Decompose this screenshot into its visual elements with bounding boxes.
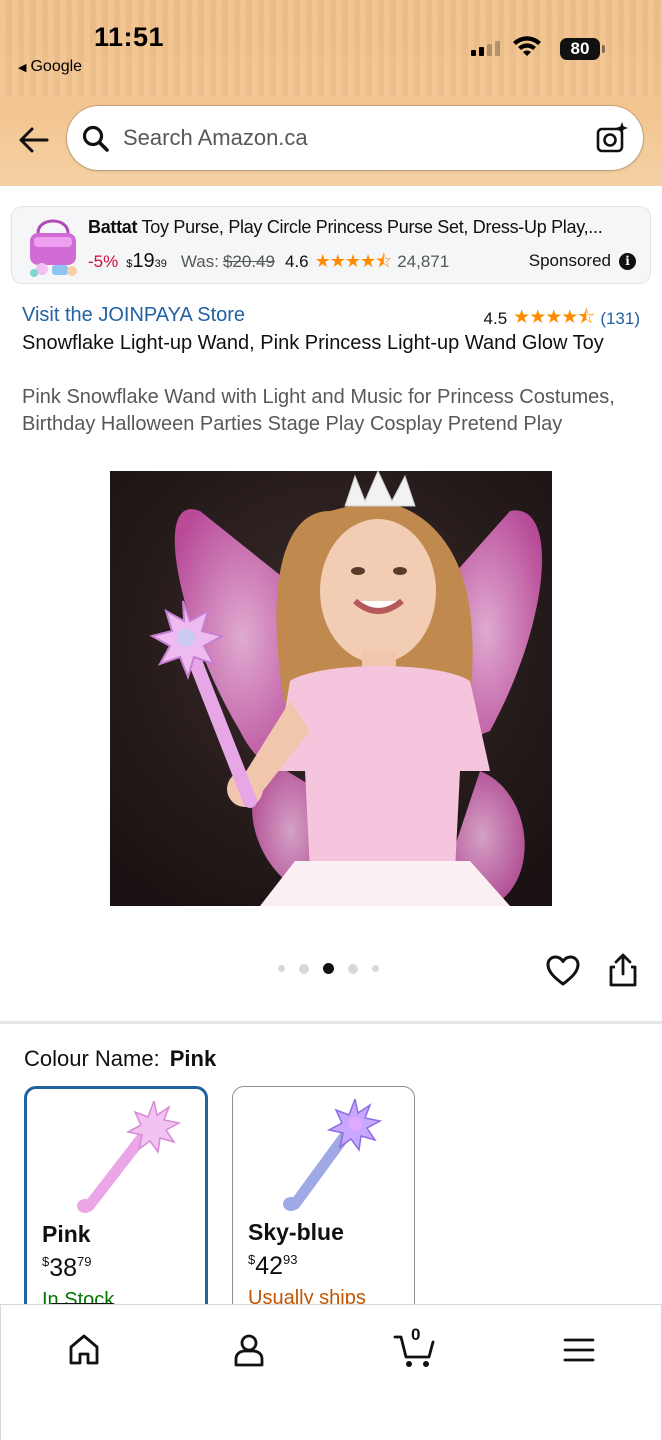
image-carousel-dots[interactable] <box>278 963 379 974</box>
store-link[interactable]: Visit the JOINPAYA Store <box>22 304 245 327</box>
back-app-label: Google <box>30 58 83 75</box>
bottom-navigation: 0 <box>0 1304 662 1440</box>
back-triangle-icon: ◀ <box>18 61 27 74</box>
ad-price-row: -5% $ 19 39 Was: $20.49 4.6 ★★★★⯪ 24,871 <box>88 249 449 279</box>
colour-name-label: Colour Name: Pink <box>24 1046 217 1071</box>
camera-search-icon[interactable] <box>595 121 629 155</box>
option-price: $3879 <box>42 1254 92 1282</box>
share-icon[interactable] <box>606 952 640 988</box>
section-divider <box>0 1021 662 1024</box>
nav-account[interactable] <box>219 1325 279 1375</box>
ad-star-rating-icon: ★★★★⯪ <box>314 251 393 271</box>
ad-discount: -5% <box>88 252 119 271</box>
status-icons <box>471 36 542 58</box>
colour-option-sky-blue[interactable]: Sky-blue $4293 Usually ships <box>232 1086 415 1326</box>
sponsored-label[interactable]: Sponsored i <box>529 251 636 271</box>
option-name: Sky-blue <box>248 1219 344 1245</box>
option-price: $4293 <box>248 1252 298 1280</box>
cellular-signal-icon <box>471 38 500 56</box>
ad-rating: 4.6 <box>284 252 309 271</box>
colour-option-pink[interactable]: Pink $3879 In Stock <box>24 1086 208 1326</box>
option-name: Pink <box>42 1221 91 1247</box>
rating-value: 4.5 <box>483 309 508 328</box>
back-to-app-link[interactable]: ◀ Google <box>18 58 82 76</box>
search-icon <box>82 125 109 152</box>
carousel-dot[interactable] <box>372 965 379 972</box>
review-count: (131) <box>600 309 640 328</box>
product-title: Snowflake Light-up Wand, Pink Princess L… <box>22 332 604 354</box>
ad-brand: Battat <box>88 217 138 237</box>
ad-review-count: 24,871 <box>397 252 450 271</box>
ad-price-whole: 19 <box>132 250 155 272</box>
nav-menu[interactable] <box>549 1325 609 1375</box>
cart-count-badge: 0 <box>411 1325 421 1344</box>
home-icon <box>69 1334 99 1365</box>
ad-product-thumbnail <box>30 219 77 277</box>
search-bar[interactable] <box>67 106 643 170</box>
ad-price-fraction: 39 <box>154 258 167 270</box>
ad-title[interactable]: Battat Toy Purse, Play Circle Princess P… <box>88 217 636 238</box>
user-icon <box>234 1334 264 1367</box>
heart-icon[interactable] <box>545 953 581 989</box>
status-time: 11:51 <box>94 22 165 52</box>
nav-home[interactable] <box>54 1325 114 1375</box>
nav-cart[interactable]: 0 <box>383 1325 447 1375</box>
product-subtitle: Pink Snowflake Wand with Light and Music… <box>22 386 615 435</box>
carousel-dot[interactable] <box>278 965 285 972</box>
battery-icon: 80 <box>560 38 605 60</box>
hamburger-menu-icon <box>563 1338 595 1362</box>
search-input[interactable] <box>123 120 573 156</box>
sky-blue-wand-thumbnail <box>283 1099 383 1211</box>
info-icon: i <box>619 252 636 270</box>
sponsored-product-banner[interactable]: Battat Toy Purse, Play Circle Princess P… <box>12 207 650 283</box>
product-photo <box>110 471 552 906</box>
pink-wand-thumbnail <box>77 1101 182 1213</box>
carousel-dot[interactable] <box>299 963 309 974</box>
carousel-dot[interactable] <box>348 963 358 974</box>
selected-colour: Pink <box>169 1046 217 1071</box>
ad-title-text: Toy Purse, Play Circle Princess Purse Se… <box>137 217 603 237</box>
back-arrow-icon[interactable] <box>16 122 52 158</box>
ad-was-price: Was: $20.49 <box>180 252 275 271</box>
wifi-icon <box>513 36 541 56</box>
product-main-image[interactable] <box>110 471 552 906</box>
carousel-dot-active[interactable] <box>323 963 334 974</box>
app-header: 11:51 ◀ Google 80 <box>0 0 662 186</box>
